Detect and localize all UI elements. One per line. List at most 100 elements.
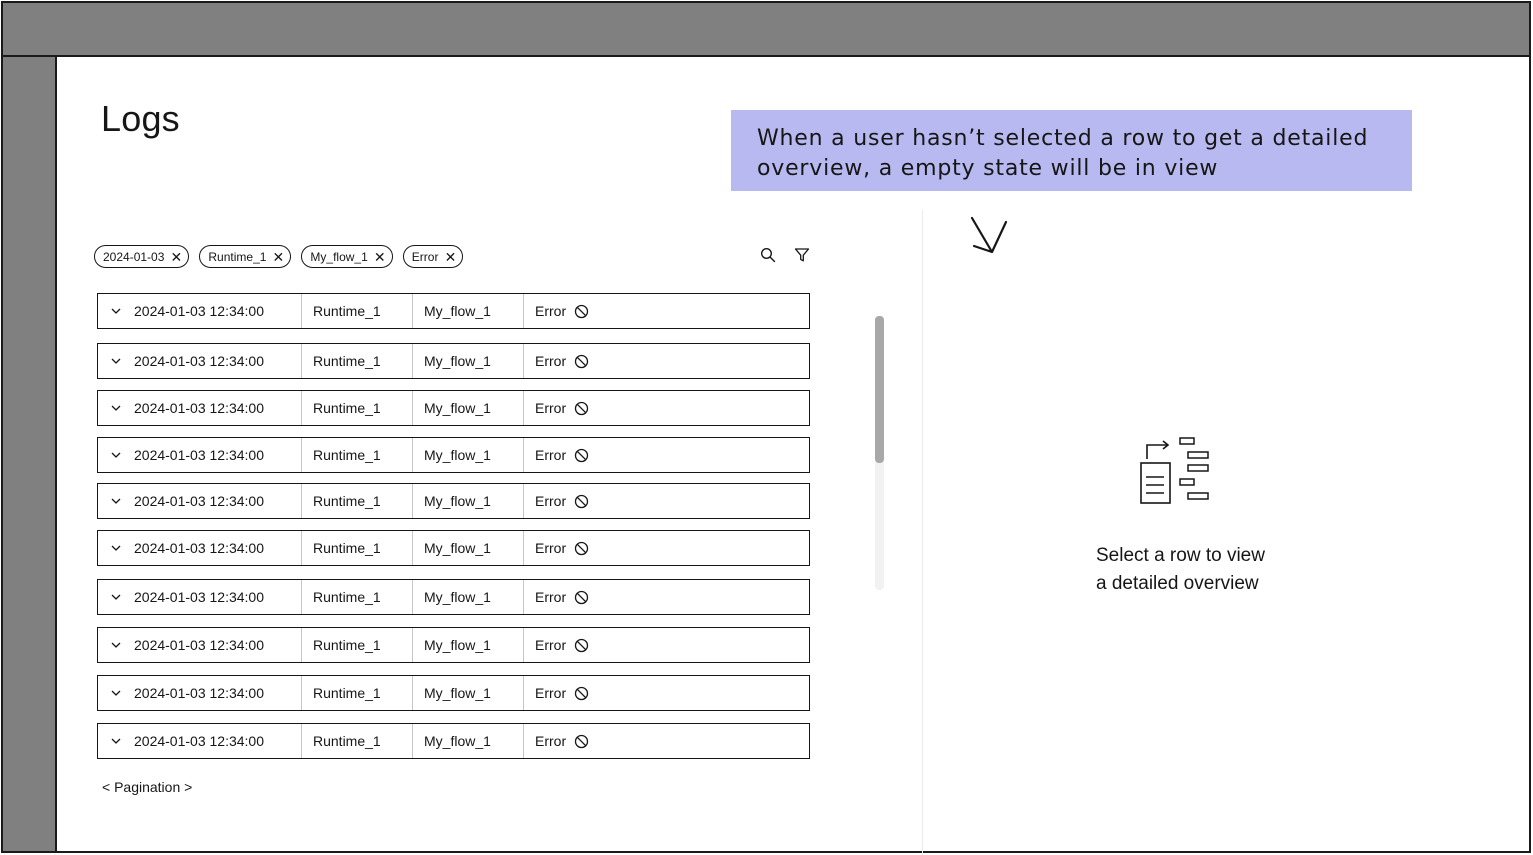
table-row[interactable]: 2024-01-03 12:34:00 Runtime_1 My_flow_1 …: [97, 675, 810, 711]
close-icon[interactable]: ✕: [444, 250, 457, 264]
error-blocked-icon: [574, 494, 589, 508]
expand-cell[interactable]: [98, 294, 134, 328]
cell-status: Error: [524, 628, 589, 662]
empty-state-line-1: Select a row to view: [1096, 545, 1265, 566]
cell-runtime: Runtime_1: [302, 724, 413, 758]
table-row[interactable]: 2024-01-03 12:34:00 Runtime_1 My_flow_1 …: [97, 723, 810, 759]
side-nav-bar: [3, 57, 57, 851]
close-icon[interactable]: ✕: [374, 250, 386, 264]
expand-cell[interactable]: [98, 628, 134, 662]
error-blocked-icon: [574, 354, 589, 368]
chevron-down-icon[interactable]: [110, 449, 122, 461]
chevron-down-icon[interactable]: [110, 305, 122, 317]
status-label: Error: [535, 637, 567, 653]
expand-cell[interactable]: [98, 676, 134, 710]
chevron-down-icon[interactable]: [110, 687, 122, 699]
empty-state-message: Select a row to view a detailed overview: [1096, 542, 1306, 598]
cell-flow: My_flow_1: [413, 628, 524, 662]
error-blocked-icon: [574, 448, 589, 462]
page-title: Logs: [101, 98, 180, 139]
cell-status: Error: [524, 438, 589, 472]
empty-state-line-2: a detailed overview: [1096, 573, 1259, 594]
table-row[interactable]: 2024-01-03 12:34:00 Runtime_1 My_flow_1 …: [97, 293, 810, 329]
error-blocked-icon: [574, 734, 589, 748]
cell-datetime: 2024-01-03 12:34:00: [134, 676, 302, 710]
chevron-down-icon[interactable]: [110, 591, 122, 603]
cell-runtime: Runtime_1: [302, 676, 413, 710]
cell-status: Error: [524, 294, 589, 328]
top-header-bar: [3, 3, 1529, 57]
chevron-down-icon[interactable]: [110, 735, 122, 747]
status-label: Error: [535, 303, 567, 319]
cell-status: Error: [524, 724, 589, 758]
cell-status: Error: [524, 484, 589, 518]
chevron-down-icon[interactable]: [110, 402, 122, 414]
cell-datetime: 2024-01-03 12:34:00: [134, 438, 302, 472]
cell-datetime: 2024-01-03 12:34:00: [134, 628, 302, 662]
filter-chip-date[interactable]: 2024-01-03 ✕: [94, 245, 190, 268]
expand-cell[interactable]: [98, 531, 134, 565]
cell-status: Error: [524, 580, 589, 614]
expand-cell[interactable]: [98, 724, 134, 758]
error-blocked-icon: [574, 541, 589, 555]
cell-runtime: Runtime_1: [302, 391, 413, 425]
error-blocked-icon: [574, 638, 589, 652]
cell-runtime: Runtime_1: [302, 294, 413, 328]
table-row[interactable]: 2024-01-03 12:34:00 Runtime_1 My_flow_1 …: [97, 390, 810, 426]
status-label: Error: [535, 447, 567, 463]
status-label: Error: [535, 353, 567, 369]
status-label: Error: [535, 493, 567, 509]
chevron-down-icon[interactable]: [110, 639, 122, 651]
close-icon[interactable]: ✕: [170, 250, 183, 264]
expand-cell[interactable]: [98, 484, 134, 518]
expand-cell[interactable]: [98, 391, 134, 425]
close-icon[interactable]: ✕: [272, 250, 285, 264]
cell-datetime: 2024-01-03 12:34:00: [134, 724, 302, 758]
design-annotation-note: When a user hasn’t selected a row to get…: [731, 110, 1412, 191]
status-label: Error: [535, 733, 567, 749]
table-toolbar: [760, 247, 810, 263]
chevron-down-icon[interactable]: [110, 542, 122, 554]
chip-label: Runtime_1: [208, 249, 267, 264]
table-row[interactable]: 2024-01-03 12:34:00 Runtime_1 My_flow_1 …: [97, 343, 810, 379]
filter-chip-status[interactable]: Error ✕: [402, 245, 464, 268]
chip-label: 2024-01-03: [103, 249, 165, 264]
cell-runtime: Runtime_1: [302, 344, 413, 378]
flow-diagram-icon: [1140, 437, 1209, 504]
cell-datetime: 2024-01-03 12:34:00: [134, 391, 302, 425]
annotation-arrow-icon: [970, 216, 1008, 254]
cell-datetime: 2024-01-03 12:34:00: [134, 531, 302, 565]
cell-flow: My_flow_1: [413, 344, 524, 378]
search-icon[interactable]: [760, 247, 776, 263]
cell-flow: My_flow_1: [413, 580, 524, 614]
cell-runtime: Runtime_1: [302, 628, 413, 662]
cell-runtime: Runtime_1: [302, 531, 413, 565]
table-row[interactable]: 2024-01-03 12:34:00 Runtime_1 My_flow_1 …: [97, 483, 810, 519]
cell-flow: My_flow_1: [413, 531, 524, 565]
expand-cell[interactable]: [98, 580, 134, 614]
cell-flow: My_flow_1: [413, 724, 524, 758]
filter-chip-flow[interactable]: My_flow_1 ✕: [301, 245, 393, 268]
table-row[interactable]: 2024-01-03 12:34:00 Runtime_1 My_flow_1 …: [97, 437, 810, 473]
pagination-control[interactable]: < Pagination >: [102, 779, 192, 795]
scrollbar-thumb[interactable]: [875, 316, 884, 463]
error-blocked-icon: [574, 590, 589, 604]
table-row[interactable]: 2024-01-03 12:34:00 Runtime_1 My_flow_1 …: [97, 627, 810, 663]
chevron-down-icon[interactable]: [110, 355, 122, 367]
error-blocked-icon: [574, 401, 589, 415]
expand-cell[interactable]: [98, 344, 134, 378]
table-row[interactable]: 2024-01-03 12:34:00 Runtime_1 My_flow_1 …: [97, 530, 810, 566]
cell-flow: My_flow_1: [413, 294, 524, 328]
cell-status: Error: [524, 531, 589, 565]
expand-cell[interactable]: [98, 438, 134, 472]
table-row[interactable]: 2024-01-03 12:34:00 Runtime_1 My_flow_1 …: [97, 579, 810, 615]
filter-icon[interactable]: [794, 247, 810, 263]
chip-label: Error: [411, 249, 439, 264]
chevron-down-icon[interactable]: [110, 495, 122, 507]
filter-chip-runtime[interactable]: Runtime_1 ✕: [199, 245, 292, 268]
cell-runtime: Runtime_1: [302, 438, 413, 472]
status-label: Error: [535, 685, 567, 701]
cell-flow: My_flow_1: [413, 484, 524, 518]
status-label: Error: [535, 400, 567, 416]
cell-datetime: 2024-01-03 12:34:00: [134, 344, 302, 378]
